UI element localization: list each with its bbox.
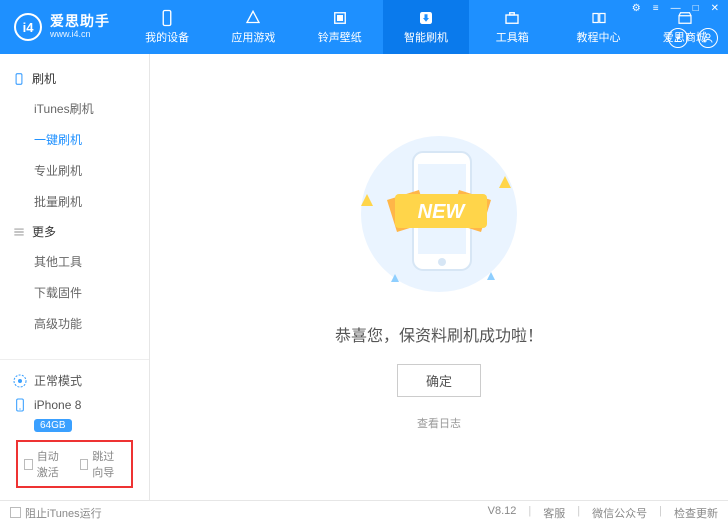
- footer-link-update[interactable]: 检查更新: [674, 505, 718, 521]
- tutorial-icon: [590, 9, 608, 27]
- sidebar-status: 正常模式 iPhone 8 64GB 自动激活 跳过向导: [0, 359, 149, 500]
- options-box: 自动激活 跳过向导: [16, 440, 133, 488]
- menu-icon[interactable]: ≡: [650, 2, 662, 15]
- app-url: www.i4.cn: [50, 30, 110, 40]
- checkbox-label: 阻止iTunes运行: [25, 505, 102, 521]
- nav-ringtone[interactable]: 铃声壁纸: [297, 0, 383, 54]
- logo: i4 爱思助手 www.i4.cn: [0, 13, 124, 41]
- sidebar-group-title: 更多: [32, 223, 56, 240]
- checkbox-icon: [10, 507, 21, 518]
- confirm-button[interactable]: 确定: [397, 364, 481, 397]
- sidebar-item-pro-flash[interactable]: 专业刷机: [0, 155, 149, 186]
- nav-label: 铃声壁纸: [318, 29, 362, 45]
- body: 刷机 iTunes刷机 一键刷机 专业刷机 批量刷机 更多 其他工具 下载固件 …: [0, 54, 728, 500]
- mode-icon: [12, 373, 28, 389]
- logo-badge-icon: i4: [14, 13, 42, 41]
- user-button[interactable]: [698, 28, 718, 48]
- sidebar-item-other-tools[interactable]: 其他工具: [0, 246, 149, 277]
- nav-label: 教程中心: [577, 29, 621, 45]
- device-row[interactable]: iPhone 8: [12, 393, 137, 417]
- sidebar-group-title: 刷机: [32, 70, 56, 87]
- close-icon[interactable]: ✕: [708, 2, 722, 15]
- device-icon: [158, 9, 176, 27]
- footer: 阻止iTunes运行 V8.12 | 客服 | 微信公众号 | 检查更新: [0, 500, 728, 524]
- sidebar-item-advanced[interactable]: 高级功能: [0, 308, 149, 339]
- maximize-icon[interactable]: □: [690, 2, 702, 15]
- settings-icon[interactable]: ⚙: [629, 2, 644, 15]
- block-itunes-checkbox[interactable]: 阻止iTunes运行: [10, 505, 102, 521]
- checkbox-icon: [24, 459, 33, 470]
- success-hero-icon: NEW: [329, 124, 549, 304]
- app-header: i4 爱思助手 www.i4.cn 我的设备 应用游戏 铃声壁纸 智能刷机 工具…: [0, 0, 728, 54]
- device-icon: [12, 397, 28, 413]
- nav-my-device[interactable]: 我的设备: [124, 0, 210, 54]
- sidebar-item-batch-flash[interactable]: 批量刷机: [0, 186, 149, 217]
- sidebar-item-oneclick-flash[interactable]: 一键刷机: [0, 124, 149, 155]
- checkbox-icon: [80, 459, 89, 470]
- sidebar-item-itunes-flash[interactable]: iTunes刷机: [0, 93, 149, 124]
- sidebar-item-download-firmware[interactable]: 下载固件: [0, 277, 149, 308]
- footer-link-wechat[interactable]: 微信公众号: [592, 505, 647, 521]
- toolbox-icon: [503, 9, 521, 27]
- sidebar-group-more: 更多: [0, 217, 149, 246]
- user-icon: [702, 32, 714, 44]
- footer-left: 阻止iTunes运行: [10, 505, 102, 521]
- apps-icon: [244, 9, 262, 27]
- checkbox-label: 跳过向导: [92, 448, 125, 480]
- nav-label: 应用游戏: [231, 29, 275, 45]
- nav-apps[interactable]: 应用游戏: [210, 0, 296, 54]
- nav-label: 智能刷机: [404, 29, 448, 45]
- footer-link-support[interactable]: 客服: [543, 505, 565, 521]
- window-controls: ⚙ ≡ — □ ✕: [629, 2, 722, 15]
- version-label: V8.12: [488, 505, 517, 521]
- more-icon: [12, 225, 26, 239]
- device-storage-badge: 64GB: [34, 419, 72, 432]
- checkbox-label: 自动激活: [37, 448, 70, 480]
- view-log-link[interactable]: 查看日志: [417, 415, 461, 431]
- download-button[interactable]: [668, 28, 688, 48]
- sidebar-group-flash: 刷机: [0, 64, 149, 93]
- nav-flash[interactable]: 智能刷机: [383, 0, 469, 54]
- sidebar: 刷机 iTunes刷机 一键刷机 专业刷机 批量刷机 更多 其他工具 下载固件 …: [0, 54, 150, 500]
- nav-toolbox[interactable]: 工具箱: [469, 0, 555, 54]
- auto-activate-checkbox[interactable]: 自动激活: [24, 448, 70, 480]
- mode-label: 正常模式: [34, 372, 82, 389]
- skip-wizard-checkbox[interactable]: 跳过向导: [80, 448, 126, 480]
- nav-label: 工具箱: [496, 29, 529, 45]
- footer-right: V8.12 | 客服 | 微信公众号 | 检查更新: [488, 505, 718, 521]
- success-message: 恭喜您，保资料刷机成功啦！: [335, 322, 543, 346]
- separator: |: [577, 505, 580, 521]
- download-icon: [672, 32, 684, 44]
- app-title: 爱思助手: [50, 14, 110, 29]
- phone-icon: [12, 72, 26, 86]
- main-content: NEW 恭喜您，保资料刷机成功啦！ 确定 查看日志: [150, 54, 728, 500]
- flash-icon: [417, 9, 435, 27]
- ringtone-icon: [331, 9, 349, 27]
- header-actions: [668, 28, 718, 48]
- mode-row[interactable]: 正常模式: [12, 368, 137, 393]
- minimize-icon[interactable]: —: [668, 2, 684, 15]
- device-name: iPhone 8: [34, 398, 81, 412]
- separator: |: [528, 505, 531, 521]
- new-badge-text: NEW: [418, 201, 467, 223]
- separator: |: [659, 505, 662, 521]
- nav-label: 我的设备: [145, 29, 189, 45]
